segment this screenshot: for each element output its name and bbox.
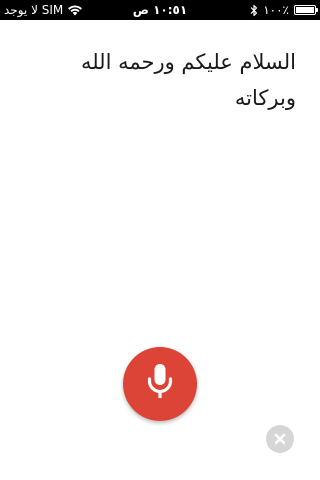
transcript-text: السلام عليكم ورحمه الله وبركاته <box>80 50 296 110</box>
bluetooth-icon <box>250 4 258 17</box>
battery-icon <box>294 5 318 15</box>
battery-percent: ١٠٠٪ <box>263 3 289 17</box>
microphone-icon <box>145 362 175 406</box>
close-button[interactable] <box>266 425 294 453</box>
battery-level-fill <box>296 7 314 13</box>
status-bar: لا يوجد SIM ١٠:٥١ ص ١٠٠٪ <box>0 0 320 20</box>
status-right: ١٠٠٪ <box>250 0 318 20</box>
microphone-button[interactable] <box>123 347 197 421</box>
close-icon <box>274 430 286 449</box>
